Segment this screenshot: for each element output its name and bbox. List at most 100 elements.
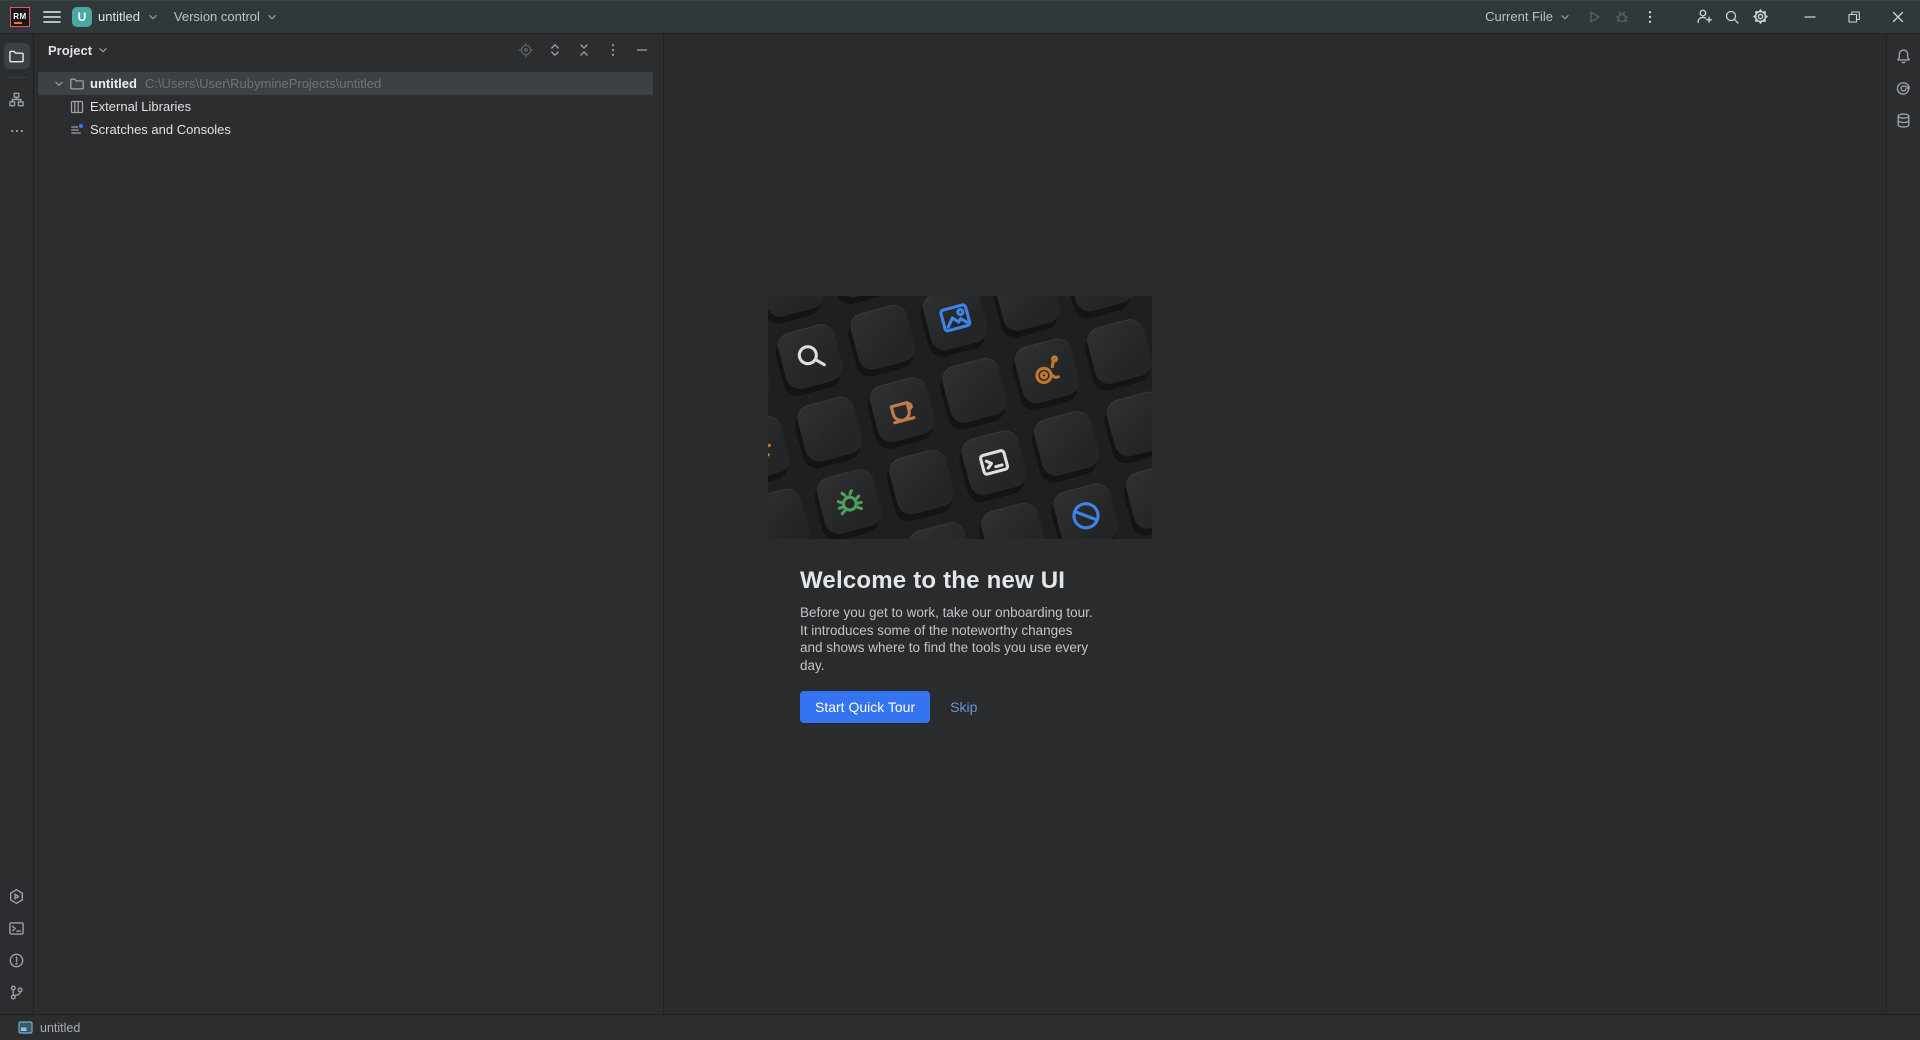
- illustration-tile-ban: [1050, 480, 1122, 539]
- skip-link[interactable]: Skip: [950, 699, 977, 715]
- statusbar-project-label: untitled: [40, 1020, 81, 1035]
- main-menu-button[interactable]: [38, 3, 66, 31]
- chevron-down-icon: [268, 14, 276, 19]
- project-toolwindow: Project untitled C:\Users\User\RubymineP…: [34, 34, 664, 1014]
- locate-file-button[interactable]: [515, 39, 537, 61]
- illustration-tile-cup: [866, 374, 938, 446]
- rubymine-logo-icon: RM: [10, 6, 30, 27]
- right-toolstrip: [1886, 34, 1920, 1014]
- kebab-menu-icon: [611, 44, 615, 56]
- window-status-icon: [18, 1021, 33, 1034]
- illustration-tile-blank: [1103, 388, 1152, 460]
- user-plus-icon: [1696, 9, 1712, 24]
- illustration-tile-blocks: [827, 296, 899, 301]
- window-minimize-button[interactable]: [1788, 0, 1832, 33]
- tree-chevron-icon[interactable]: [50, 77, 68, 91]
- illustration-tile-search: [774, 321, 846, 393]
- tree-item-label: untitled: [90, 76, 137, 91]
- expand-all-button[interactable]: [544, 39, 566, 61]
- expand-all-icon: [551, 44, 559, 56]
- toolwindow-terminal-button[interactable]: [4, 915, 30, 941]
- debug-button[interactable]: [1608, 3, 1636, 31]
- more-toolwindows-button[interactable]: [4, 118, 30, 144]
- scratches-icon: [68, 122, 86, 138]
- illustration-tile-blank: [768, 296, 827, 320]
- illustration-tile-blank: [978, 499, 1050, 539]
- panel-title[interactable]: Project: [48, 43, 92, 58]
- panel-options-button[interactable]: [602, 39, 624, 61]
- illustration-tile-bug: [813, 466, 885, 538]
- illustration-tile-gear: [768, 413, 793, 485]
- welcome-body-line: It introduces some of the noteworthy cha…: [800, 622, 1073, 638]
- welcome-body-line: Before you get to work, take our onboard…: [800, 605, 1093, 620]
- terminal-icon: [9, 921, 24, 935]
- bell-icon: [1897, 48, 1910, 63]
- kebab-menu-icon: [1648, 10, 1652, 23]
- toolwindow-structure-button[interactable]: [4, 86, 30, 112]
- illustration-tile-blank: [886, 446, 958, 518]
- editor-area: Welcome to the new UI Before you get to …: [664, 34, 1886, 1014]
- project-panel-header: Project: [34, 34, 663, 66]
- statusbar-project-widget[interactable]: untitled: [16, 1015, 82, 1040]
- ai-swirl-icon: [1896, 81, 1910, 95]
- settings-button[interactable]: [1746, 3, 1774, 31]
- ai-assistant-button[interactable]: [1891, 75, 1917, 101]
- tree-row-external-libraries[interactable]: External Libraries: [34, 95, 663, 118]
- welcome-body-line: and shows where to find the tools you us…: [800, 640, 1089, 655]
- illustration-tile-blank: [1084, 315, 1152, 387]
- problems-icon: [9, 953, 24, 967]
- minimize-icon: [1804, 15, 1816, 18]
- collapse-all-button[interactable]: [573, 39, 595, 61]
- run-configuration-widget[interactable]: Current File: [1477, 3, 1580, 31]
- bug-icon: [1615, 10, 1629, 22]
- start-quick-tour-button[interactable]: Start Quick Tour: [800, 691, 931, 723]
- illustration-tile-blank: [1142, 533, 1152, 539]
- illustration-tile-image: [919, 296, 991, 354]
- toolstrip-separator: [6, 77, 27, 78]
- toolwindow-services-button[interactable]: [4, 883, 30, 909]
- vcs-label: Version control: [173, 9, 260, 24]
- project-tree: untitled C:\Users\User\RubymineProjects\…: [34, 66, 663, 141]
- welcome-body-line: day.: [800, 657, 825, 673]
- hide-panel-button[interactable]: [631, 39, 653, 61]
- more-horizontal-icon: [10, 129, 23, 133]
- titlebar: RM U untitled Version control Current Fi…: [0, 0, 1920, 34]
- illustration-tile-blank: [847, 301, 919, 373]
- notifications-button[interactable]: [1891, 43, 1917, 69]
- tree-row-scratches[interactable]: Scratches and Consoles: [34, 118, 663, 141]
- minus-icon: [636, 49, 648, 51]
- illustration-tile-blank: [833, 538, 905, 539]
- illustration-tile-blank: [768, 340, 774, 412]
- left-toolstrip: [0, 34, 34, 1014]
- toolwindow-problems-button[interactable]: [4, 947, 30, 973]
- library-icon: [68, 99, 86, 115]
- window-restore-button[interactable]: [1832, 0, 1876, 33]
- project-widget[interactable]: U untitled: [66, 3, 166, 31]
- run-button[interactable]: [1580, 3, 1608, 31]
- more-actions-button[interactable]: [1636, 3, 1664, 31]
- toolwindow-vcs-button[interactable]: [4, 979, 30, 1005]
- chevron-down-icon: [1561, 14, 1569, 19]
- git-branch-icon: [10, 985, 23, 999]
- illustration-tile-blank: [768, 485, 813, 539]
- search-everywhere-button[interactable]: [1718, 3, 1746, 31]
- illustration-tile-flag: [905, 519, 977, 539]
- illustration-tile-terminal: [958, 427, 1030, 499]
- database-button[interactable]: [1891, 107, 1917, 133]
- project-avatar: U: [72, 6, 92, 27]
- restore-icon: [1848, 10, 1860, 23]
- collapse-all-icon: [580, 44, 588, 56]
- tree-item-label: External Libraries: [90, 99, 192, 114]
- search-icon: [1725, 10, 1739, 24]
- vcs-widget[interactable]: Version control: [166, 3, 287, 31]
- folder-icon: [68, 76, 86, 92]
- services-icon: [9, 888, 24, 904]
- project-name: untitled: [98, 9, 140, 24]
- window-close-button[interactable]: [1876, 0, 1920, 33]
- code-with-me-button[interactable]: [1690, 3, 1718, 31]
- illustration-tile-blank: [1031, 407, 1103, 479]
- tree-row-project-root[interactable]: untitled C:\Users\User\RubymineProjects\…: [34, 72, 663, 95]
- illustration-tile-blank: [992, 296, 1064, 334]
- tree-item-path: C:\Users\User\RubymineProjects\untitled: [144, 76, 382, 91]
- toolwindow-project-button[interactable]: [3, 43, 30, 69]
